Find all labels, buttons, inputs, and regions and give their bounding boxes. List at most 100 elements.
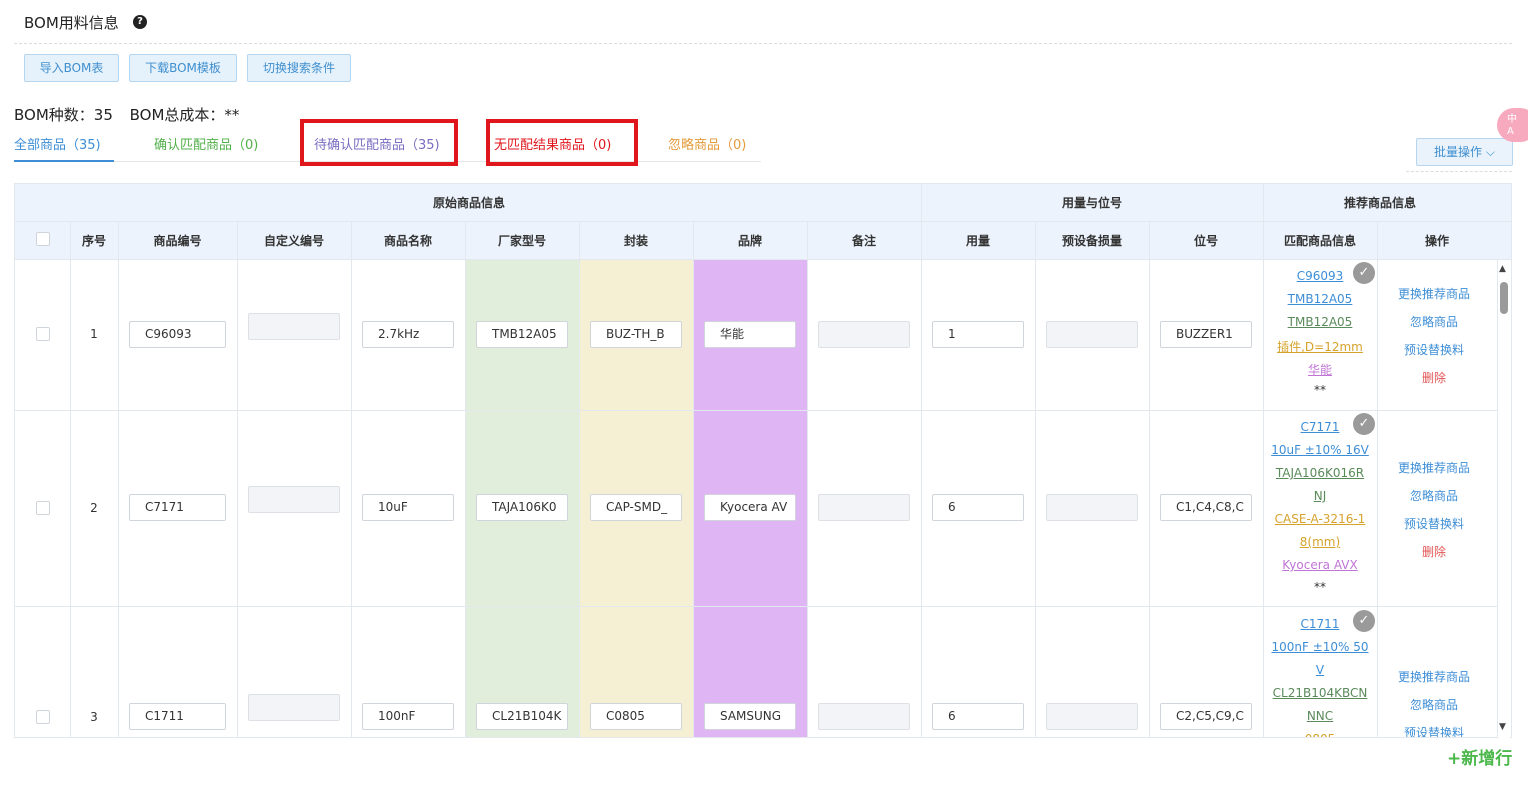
match-spec-link[interactable]: 10uF ±10% 16V [1263,443,1377,457]
quantity-input[interactable]: 1 [932,321,1024,348]
match-package-link-cont[interactable]: 8(mm) [1263,535,1377,549]
grid-line [351,221,352,737]
replace-recommend-button[interactable]: 更换推荐商品 [1377,285,1491,302]
bom-table: 原始商品信息 用量与位号 推荐商品信息 序号 商品编号 自定义编号 商品名称 厂… [14,183,1512,738]
designator-input[interactable]: C2,C5,C9,C [1160,703,1252,730]
grid-line [1263,184,1264,737]
replace-recommend-button[interactable]: 更换推荐商品 [1377,668,1491,685]
custom-code-input[interactable] [248,486,340,513]
preset-substitute-button[interactable]: 预设替换料 [1377,341,1491,358]
col-brand: 品牌 [737,234,762,248]
match-mpn-link[interactable]: TAJA106K016R [1263,466,1377,480]
quantity-input[interactable]: 6 [932,494,1024,521]
switch-search-condition-button[interactable]: 切换搜索条件 [247,54,351,82]
product-code-input[interactable]: C1711 [129,703,226,730]
mpn-input[interactable]: TMB12A05 [476,321,568,348]
product-name-input[interactable]: 100nF [362,703,454,730]
custom-code-input[interactable] [248,694,340,721]
loss-input[interactable] [1046,321,1138,348]
match-package-link[interactable]: 0805 [1263,732,1377,737]
match-mpn-link-cont[interactable]: NNC [1263,709,1377,723]
custom-code-input[interactable] [248,313,340,340]
match-package-link[interactable]: 插件,D=12mm [1263,338,1377,355]
match-spec-link[interactable]: TMB12A05 [1263,292,1377,306]
loss-input[interactable] [1046,494,1138,521]
note-input[interactable] [818,703,910,730]
select-all-checkbox[interactable] [36,232,50,246]
match-code-link[interactable]: C96093 [1263,269,1377,283]
preset-substitute-button[interactable]: 预设替换料 [1377,724,1491,737]
scrollbar-thumb[interactable] [1500,282,1508,314]
delete-row-button[interactable]: 删除 [1377,369,1491,386]
bom-total-cost: BOM总成本：** [129,106,240,124]
note-input[interactable] [818,494,910,521]
translate-icon[interactable]: 中A [1497,108,1528,142]
page-title: BOM用料信息 [24,14,119,32]
row-checkbox[interactable] [36,710,50,724]
match-code-link[interactable]: C1711 [1263,617,1377,631]
loss-input[interactable] [1046,703,1138,730]
add-row-button[interactable]: +新增行 [1447,744,1512,769]
grid-line [1149,221,1150,737]
tab-confirmed-match[interactable]: 确认匹配商品（0) [154,134,258,153]
match-mpn-link[interactable]: CL21B104KBCN [1263,686,1377,700]
package-input[interactable]: C0805 [590,703,682,730]
match-package-link[interactable]: CASE-A-3216-1 [1263,512,1377,526]
tab-all-products[interactable]: 全部商品（35) [14,134,101,153]
product-name-input[interactable]: 10uF [362,494,454,521]
col-seq: 序号 [81,234,106,248]
match-brand-link[interactable]: Kyocera AVX [1263,558,1377,572]
match-code-link[interactable]: C7171 [1263,420,1377,434]
package-input[interactable]: CAP-SMD_ [590,494,682,521]
grid-line [118,221,119,737]
match-spec-link-cont[interactable]: V [1263,663,1377,677]
question-circle-icon[interactable]: ? [133,15,147,29]
mpn-input[interactable]: TAJA106K0 [476,494,568,521]
match-mpn-link-cont[interactable]: NJ [1263,489,1377,503]
ignore-product-button[interactable]: 忽略商品 [1377,696,1491,713]
quantity-input[interactable]: 6 [932,703,1024,730]
note-input[interactable] [818,321,910,348]
grid-line [807,221,808,737]
row-seq: 2 [90,501,98,515]
col-note: 备注 [851,234,876,248]
row-checkbox[interactable] [36,327,50,341]
designator-input[interactable]: C1,C4,C8,C [1160,494,1252,521]
brand-input[interactable]: SAMSUNG [704,703,796,730]
product-code-input[interactable]: C96093 [129,321,226,348]
ignore-product-button[interactable]: 忽略商品 [1377,313,1491,330]
col-custom-code: 自定义编号 [263,234,324,248]
delete-row-button[interactable]: 删除 [1377,543,1491,560]
tab-ignored[interactable]: 忽略商品（0) [668,134,746,153]
download-bom-template-button[interactable]: 下载BOM模板 [129,54,237,82]
import-bom-button[interactable]: 导入BOM表 [24,54,119,82]
col-name: 商品名称 [383,234,432,248]
row-checkbox[interactable] [36,501,50,515]
grid-line [237,221,238,737]
batch-operations-dropdown[interactable]: 批量操作 ⌵ [1416,138,1513,166]
scroll-up-icon[interactable]: ▲ [1499,264,1506,274]
grid-line [921,184,922,737]
highlight-box-no-match-tab [486,119,638,166]
match-brand-link[interactable]: 华能 [1263,361,1377,378]
group-original-info: 原始商品信息 [432,196,505,210]
match-mpn-link[interactable]: TMB12A05 [1263,315,1377,329]
mpn-input[interactable]: CL21B104K [476,703,568,730]
product-code-input[interactable]: C7171 [129,494,226,521]
match-spec-link[interactable]: 100nF ±10% 50 [1263,640,1377,654]
scroll-down-icon[interactable]: ▼ [1499,722,1506,732]
preset-substitute-button[interactable]: 预设替换料 [1377,515,1491,532]
product-name-input[interactable]: 2.7kHz [362,321,454,348]
batch-divider [1406,171,1512,172]
col-mpn: 厂家型号 [497,234,546,248]
ignore-product-button[interactable]: 忽略商品 [1377,487,1491,504]
col-operations: 操作 [1424,234,1449,248]
replace-recommend-button[interactable]: 更换推荐商品 [1377,459,1491,476]
brand-input[interactable]: 华能 [704,321,796,348]
package-input[interactable]: BUZ-TH_B [590,321,682,348]
vertical-scrollbar[interactable] [1498,264,1510,738]
match-price: ** [1314,580,1326,594]
brand-input[interactable]: Kyocera AV [704,494,796,521]
designator-input[interactable]: BUZZER1 [1160,321,1252,348]
col-package: 封装 [623,234,648,248]
